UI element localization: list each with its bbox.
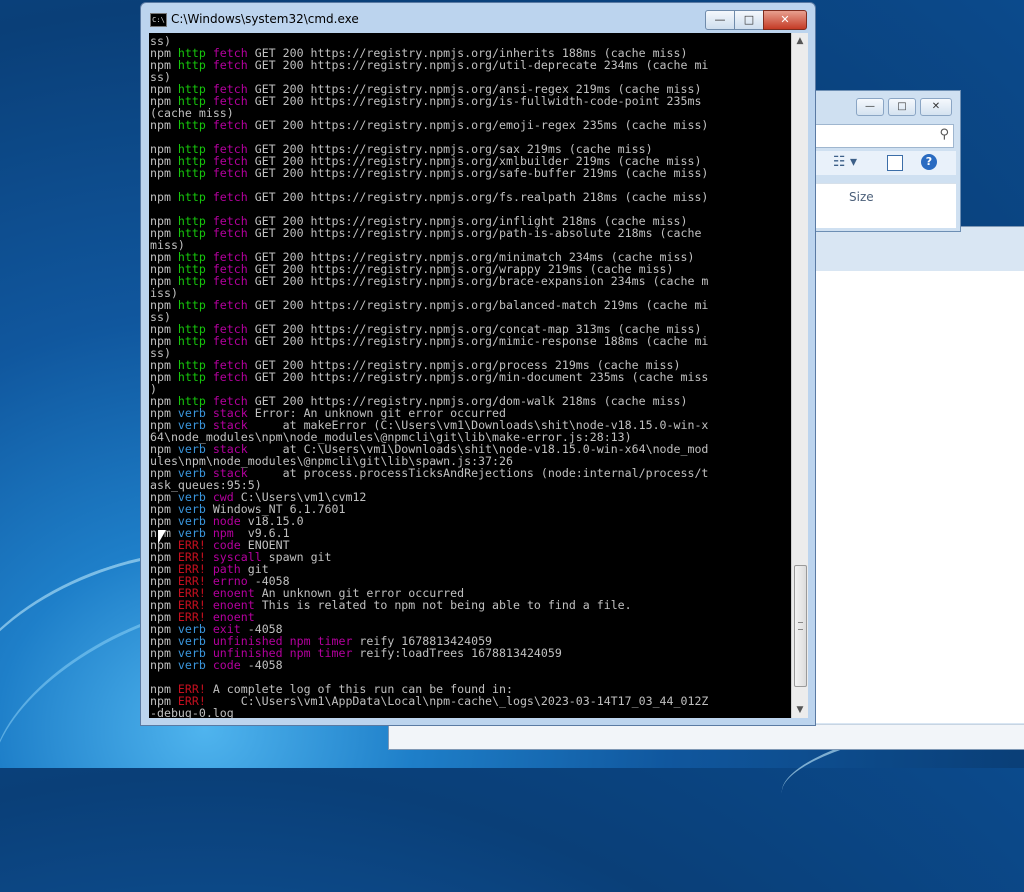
console-line: npm http fetch GET 200 https://registry.… <box>150 299 791 311</box>
console-segment: fetch <box>212 190 248 204</box>
console-segment: at process.processTicksAndRejections (no… <box>247 466 709 480</box>
console-line: npm verb code -4058 <box>150 659 791 671</box>
console-line: npm http fetch GET 200 https://registry.… <box>150 227 791 239</box>
explorer-close-button[interactable]: ✕ <box>920 98 952 116</box>
console-line: npm http fetch GET 200 https://registry.… <box>150 119 791 131</box>
console-line: npm http fetch GET 200 https://registry.… <box>150 191 791 203</box>
console-line: npm http fetch GET 200 https://registry.… <box>150 59 791 71</box>
console-segment: npm <box>150 190 178 204</box>
console-segment: GET 200 https://registry.npmjs.org/path-… <box>247 226 702 240</box>
console-segment: http <box>177 190 213 204</box>
console-segment: fetch <box>212 118 248 132</box>
console-segment: GET 200 https://registry.npmjs.org/min-d… <box>247 370 709 384</box>
minimize-button[interactable]: — <box>705 10 735 30</box>
console-app-icon[interactable]: C:\ <box>150 13 167 27</box>
console-output[interactable]: ss) npm http fetch GET 200 https://regist… <box>149 33 791 718</box>
console-line: npm http fetch GET 200 https://registry.… <box>150 371 791 383</box>
console-segment: fetch <box>212 334 248 348</box>
console-segment: This is related to npm not being able to… <box>254 598 632 612</box>
console-segment: GET 200 https://registry.npmjs.org/brace… <box>247 274 709 288</box>
console-segment: fetch <box>212 166 248 180</box>
console-segment: npm <box>150 118 178 132</box>
console-segment: GET 200 https://registry.npmjs.org/util-… <box>247 58 709 72</box>
console-segment: -4058 <box>240 658 283 672</box>
console-line: npm http fetch GET 200 https://registry.… <box>150 167 791 179</box>
console-segment: fetch <box>212 58 248 72</box>
console-segment: GET 200 https://registry.npmjs.org/balan… <box>247 298 709 312</box>
preview-pane-icon[interactable] <box>887 155 903 171</box>
console-segment: reify:loadTrees 1678813424059 <box>352 646 562 660</box>
explorer-window[interactable]: — □ ✕ ⚲ ☷ ▾ ? Size <box>815 90 961 232</box>
console-segment: fetch <box>212 274 248 288</box>
console-line: npm http fetch GET 200 https://registry.… <box>150 275 791 287</box>
console-segment: C:\Users\vm1\AppData\Local\npm-cache\_lo… <box>205 694 709 708</box>
grip-icon <box>798 622 803 630</box>
explorer-maximize-button[interactable]: □ <box>888 98 916 116</box>
console-line: -debug-0.log <box>150 707 791 718</box>
console-segment: http <box>177 58 213 72</box>
console-line: npm http fetch GET 200 https://registry.… <box>150 95 791 107</box>
maximize-button[interactable]: □ <box>734 10 764 30</box>
cmd-titlebar[interactable]: C:\ C:\Windows\system32\cmd.exe — □ ✕ <box>141 3 815 33</box>
explorer-column-headers: Size <box>815 183 956 228</box>
console-line: npm http fetch GET 200 https://registry.… <box>150 335 791 347</box>
console-segment: http <box>177 118 213 132</box>
close-button[interactable]: ✕ <box>763 10 807 30</box>
change-view-icon[interactable]: ☷ ▾ <box>833 154 857 170</box>
scroll-down-arrow-icon[interactable]: ▼ <box>792 702 808 718</box>
console-segment: verb <box>177 658 213 672</box>
explorer-search-box[interactable]: ⚲ <box>815 124 954 148</box>
scroll-up-arrow-icon[interactable]: ▲ <box>792 33 808 49</box>
vertical-scrollbar[interactable]: ▲ ▼ <box>791 33 808 718</box>
console-segment: http <box>177 274 213 288</box>
search-icon[interactable]: ⚲ <box>939 127 949 142</box>
column-header-size[interactable]: Size <box>849 190 874 204</box>
console-segment: fetch <box>212 370 248 384</box>
cmd-window[interactable]: C:\ C:\Windows\system32\cmd.exe — □ ✕ ss… <box>140 2 816 726</box>
window-title: C:\Windows\system32\cmd.exe <box>171 12 359 26</box>
console-segment: GET 200 https://registry.npmjs.org/fs.re… <box>247 190 709 204</box>
console-segment: npm <box>150 166 178 180</box>
console-text: ss) npm http fetch GET 200 https://regist… <box>149 33 791 718</box>
console-segment: -debug-0.log <box>150 706 234 718</box>
console-segment: http <box>177 370 213 384</box>
console-segment: GET 200 https://registry.npmjs.org/is-fu… <box>247 94 702 108</box>
cmd-caption-buttons: — □ ✕ <box>705 10 807 30</box>
console-segment: fetch <box>212 226 248 240</box>
console-segment: http <box>177 166 213 180</box>
background-window-statusbar <box>389 724 1024 749</box>
console-segment: npm <box>150 658 178 672</box>
console-line: npm ERR! C:\Users\vm1\AppData\Local\npm-… <box>150 694 791 708</box>
console-segment: http <box>177 334 213 348</box>
explorer-toolbar: ☷ ▾ ? <box>815 151 956 175</box>
console-segment: GET 200 https://registry.npmjs.org/emoji… <box>247 118 709 132</box>
mouse-pointer-icon <box>158 530 166 544</box>
console-segment: GET 200 https://registry.npmjs.org/safe-… <box>247 166 709 180</box>
console-segment: code <box>212 658 241 672</box>
console-segment: GET 200 https://registry.npmjs.org/mimic… <box>247 334 709 348</box>
help-icon[interactable]: ? <box>921 154 937 170</box>
background-window-content <box>816 271 1024 723</box>
console-segment: http <box>177 298 213 312</box>
explorer-minimize-button[interactable]: — <box>856 98 884 116</box>
explorer-caption-buttons: — □ ✕ <box>856 98 952 116</box>
console-segment: spawn git <box>261 550 332 564</box>
console-segment: fetch <box>212 298 248 312</box>
scrollbar-thumb[interactable] <box>794 565 807 687</box>
